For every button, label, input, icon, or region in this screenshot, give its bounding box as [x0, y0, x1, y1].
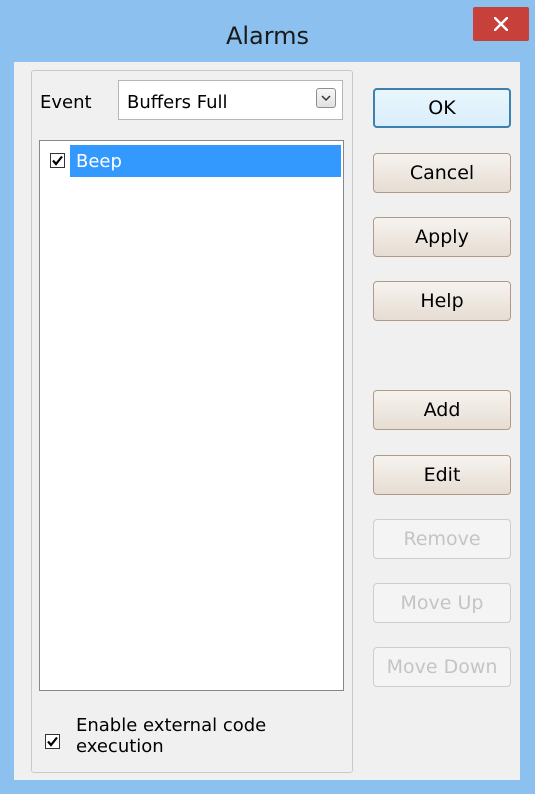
- edit-button[interactable]: Edit: [373, 455, 511, 495]
- enable-external-code-line2: execution: [76, 736, 164, 757]
- enable-external-code-line1: Enable external code: [76, 715, 267, 736]
- add-button[interactable]: Add: [373, 390, 511, 430]
- chevron-down-icon[interactable]: [316, 88, 336, 108]
- move-down-button[interactable]: Move Down: [373, 647, 511, 687]
- move-up-button[interactable]: Move Up: [373, 583, 511, 623]
- event-dropdown-value: Buffers Full: [127, 92, 228, 113]
- list-item[interactable]: Beep: [44, 145, 341, 177]
- window-title: Alarms: [225, 22, 310, 50]
- close-icon: [494, 17, 508, 31]
- close-button[interactable]: [473, 7, 529, 41]
- list-item-label: Beep: [76, 151, 122, 172]
- enable-external-code-label[interactable]: Enable external code execution: [76, 715, 336, 757]
- alarm-list[interactable]: Beep: [39, 140, 344, 691]
- ok-button[interactable]: OK: [373, 88, 511, 128]
- event-label: Event: [40, 92, 92, 113]
- cancel-button[interactable]: Cancel: [373, 153, 511, 193]
- help-button[interactable]: Help: [373, 281, 511, 321]
- checkmark-icon: [52, 155, 63, 166]
- apply-button[interactable]: Apply: [373, 217, 511, 257]
- checkmark-icon: [47, 736, 58, 747]
- alarms-dialog: Alarms Event Buffers Full Beep Enable ex…: [0, 0, 535, 794]
- enable-external-code-checkbox[interactable]: [45, 734, 60, 749]
- list-item-checkbox[interactable]: [50, 153, 65, 168]
- title-bar[interactable]: Alarms: [0, 0, 535, 62]
- remove-button[interactable]: Remove: [373, 519, 511, 559]
- event-dropdown[interactable]: Buffers Full: [118, 80, 343, 120]
